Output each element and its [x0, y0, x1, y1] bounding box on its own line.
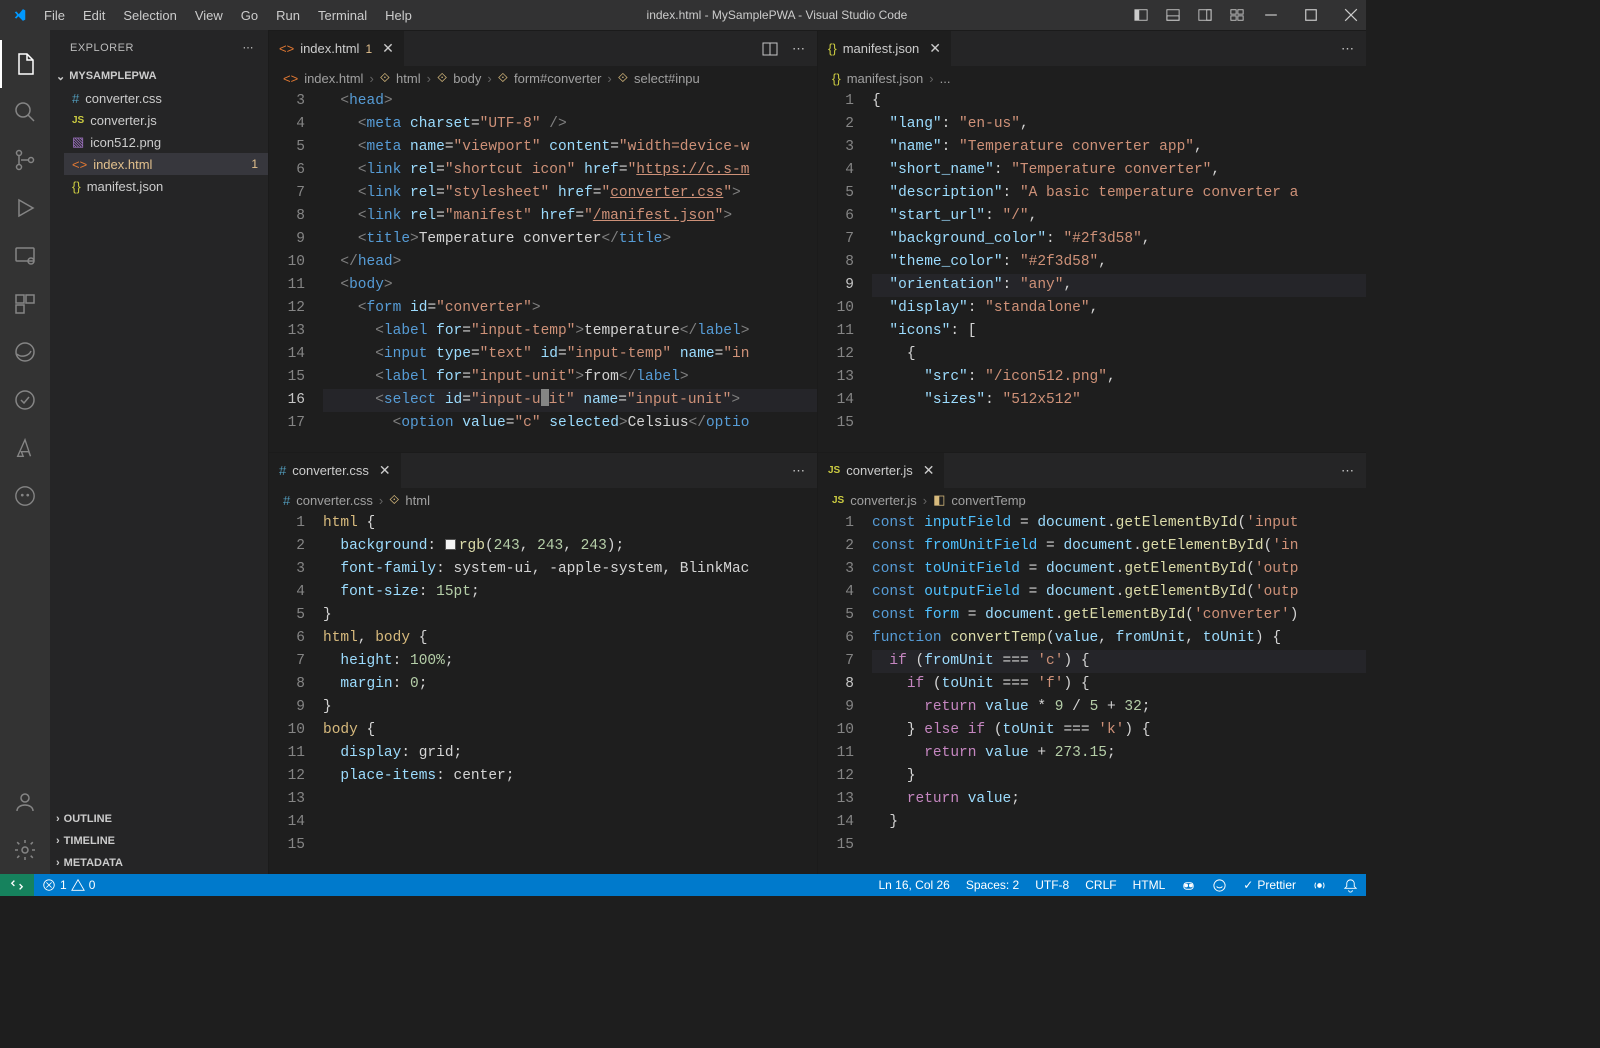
- testing-icon[interactable]: [0, 376, 50, 424]
- status-live-icon[interactable]: [1304, 874, 1335, 896]
- tab-converter-css[interactable]: # converter.css ✕: [269, 453, 402, 488]
- tab-converter-js[interactable]: JS converter.js ✕: [818, 453, 945, 488]
- sidebar-section-metadata[interactable]: ›METADATA: [50, 852, 268, 874]
- customize-layout-icon[interactable]: [1230, 8, 1244, 22]
- remote-indicator-icon[interactable]: [0, 874, 34, 896]
- tab-close-icon[interactable]: ✕: [923, 462, 935, 479]
- file-item[interactable]: {}manifest.json: [64, 175, 268, 197]
- json-file-icon: {}: [828, 41, 837, 56]
- title-bar: File Edit Selection View Go Run Terminal…: [0, 0, 1366, 30]
- toggle-secondary-sidebar-icon[interactable]: [1198, 8, 1212, 22]
- search-icon[interactable]: [0, 88, 50, 136]
- status-problems[interactable]: 1 0: [34, 874, 103, 896]
- status-notifications-icon[interactable]: [1335, 874, 1366, 896]
- file-type-icon: ▧: [72, 134, 84, 150]
- explorer-icon[interactable]: [0, 40, 50, 88]
- file-type-icon: <>: [72, 157, 87, 172]
- menu-view[interactable]: View: [187, 4, 231, 27]
- maximize-icon[interactable]: [1304, 8, 1318, 22]
- toggle-primary-sidebar-icon[interactable]: [1134, 8, 1148, 22]
- remote-explorer-icon[interactable]: [0, 232, 50, 280]
- code-editor[interactable]: 123456789101112131415 html { background:…: [269, 512, 817, 874]
- tab-index-html[interactable]: <> index.html 1 ✕: [269, 31, 405, 66]
- html-file-icon: <>: [279, 41, 294, 56]
- edge-icon[interactable]: [0, 328, 50, 376]
- menu-bar: File Edit Selection View Go Run Terminal…: [36, 4, 420, 27]
- azure-icon[interactable]: [0, 424, 50, 472]
- more-actions-icon[interactable]: ⋯: [1341, 41, 1354, 57]
- js-file-icon: JS: [828, 465, 840, 476]
- file-item[interactable]: <>index.html1: [64, 153, 268, 175]
- file-item[interactable]: ▧icon512.png: [64, 131, 268, 153]
- close-icon[interactable]: [1344, 8, 1358, 22]
- sidebar-section-outline[interactable]: ›OUTLINE: [50, 808, 268, 830]
- code-editor[interactable]: 34567891011121314151617 <head> <meta cha…: [269, 90, 817, 452]
- tab-close-icon[interactable]: ✕: [929, 40, 941, 57]
- status-bar: 1 0 Ln 16, Col 26 Spaces: 2 UTF-8 CRLF H…: [0, 874, 1366, 896]
- explorer-title: EXPLORER: [70, 42, 134, 54]
- explorer-sidebar: EXPLORER ⋯ ⌄ MYSAMPLEPWA #converter.cssJ…: [50, 30, 268, 874]
- breadcrumb[interactable]: JS converter.js ›◧ convertTemp: [818, 488, 1366, 512]
- project-section[interactable]: ⌄ MYSAMPLEPWA: [50, 65, 268, 87]
- extensions-icon[interactable]: [0, 280, 50, 328]
- window-controls: [1264, 8, 1358, 22]
- chevron-right-icon: ›: [56, 813, 60, 825]
- editor-pane-manifest-json: {} manifest.json ✕ ⋯ {} manifest.json ›.…: [817, 30, 1366, 452]
- code-editor[interactable]: 123456789101112131415 { "lang": "en-us",…: [818, 90, 1366, 452]
- status-language[interactable]: HTML: [1125, 874, 1174, 896]
- file-type-icon: {}: [72, 179, 81, 194]
- breadcrumb[interactable]: {} manifest.json ›...: [818, 66, 1366, 90]
- more-actions-icon[interactable]: ⋯: [792, 463, 805, 479]
- code-editor[interactable]: 123456789101112131415 const inputField =…: [818, 512, 1366, 874]
- vscode-logo-icon: [8, 8, 32, 22]
- menu-go[interactable]: Go: [233, 4, 266, 27]
- status-cursor-position[interactable]: Ln 16, Col 26: [870, 874, 957, 896]
- status-eol[interactable]: CRLF: [1077, 874, 1124, 896]
- breadcrumb[interactable]: <> index.html ›⟐ html ›⟐ body ›⟐ form#co…: [269, 66, 817, 90]
- toggle-panel-icon[interactable]: [1166, 8, 1180, 22]
- breadcrumb[interactable]: # converter.css ›⟐ html: [269, 488, 817, 512]
- tab-close-icon[interactable]: ✕: [382, 40, 394, 57]
- file-tree: #converter.cssJSconverter.js▧icon512.png…: [50, 87, 268, 197]
- status-encoding[interactable]: UTF-8: [1027, 874, 1077, 896]
- file-item[interactable]: JSconverter.js: [64, 109, 268, 131]
- file-type-icon: JS: [72, 115, 84, 126]
- menu-file[interactable]: File: [36, 4, 73, 27]
- more-actions-icon[interactable]: ⋯: [792, 41, 805, 57]
- file-item[interactable]: #converter.css: [64, 87, 268, 109]
- tab-manifest-json[interactable]: {} manifest.json ✕: [818, 31, 952, 66]
- sidebar-section-timeline[interactable]: ›TIMELINE: [50, 830, 268, 852]
- run-debug-icon[interactable]: [0, 184, 50, 232]
- status-spaces[interactable]: Spaces: 2: [958, 874, 1027, 896]
- chevron-right-icon: ›: [56, 857, 60, 869]
- tab-close-icon[interactable]: ✕: [379, 462, 391, 479]
- menu-selection[interactable]: Selection: [115, 4, 184, 27]
- chevron-right-icon: ›: [56, 835, 60, 847]
- more-actions-icon[interactable]: ⋯: [1341, 463, 1354, 479]
- activity-bar: [0, 30, 50, 874]
- minimize-icon[interactable]: [1264, 8, 1278, 22]
- menu-edit[interactable]: Edit: [75, 4, 113, 27]
- menu-run[interactable]: Run: [268, 4, 308, 27]
- editor-pane-index-html: <> index.html 1 ✕ ⋯ <> index.html ›⟐ htm…: [268, 30, 817, 452]
- status-copilot-icon[interactable]: [1173, 874, 1204, 896]
- css-file-icon: #: [279, 463, 286, 478]
- chevron-down-icon: ⌄: [56, 70, 65, 83]
- split-editor-icon[interactable]: [762, 41, 778, 57]
- file-type-icon: #: [72, 91, 79, 106]
- github-icon[interactable]: [0, 472, 50, 520]
- layout-controls: [1134, 8, 1244, 22]
- editor-grid: <> index.html 1 ✕ ⋯ <> index.html ›⟐ htm…: [268, 30, 1366, 874]
- source-control-icon[interactable]: [0, 136, 50, 184]
- editor-pane-converter-js: JS converter.js ✕ ⋯ JS converter.js ›◧ c…: [817, 452, 1366, 874]
- window-title: index.html - MySamplePWA - Visual Studio…: [420, 8, 1134, 22]
- menu-terminal[interactable]: Terminal: [310, 4, 375, 27]
- settings-gear-icon[interactable]: [0, 826, 50, 874]
- explorer-more-icon[interactable]: ⋯: [243, 41, 255, 54]
- menu-help[interactable]: Help: [377, 4, 420, 27]
- accounts-icon[interactable]: [0, 778, 50, 826]
- editor-pane-converter-css: # converter.css ✕ ⋯ # converter.css ›⟐ h…: [268, 452, 817, 874]
- status-feedback-icon[interactable]: [1204, 874, 1235, 896]
- status-prettier[interactable]: ✓ Prettier: [1235, 874, 1304, 896]
